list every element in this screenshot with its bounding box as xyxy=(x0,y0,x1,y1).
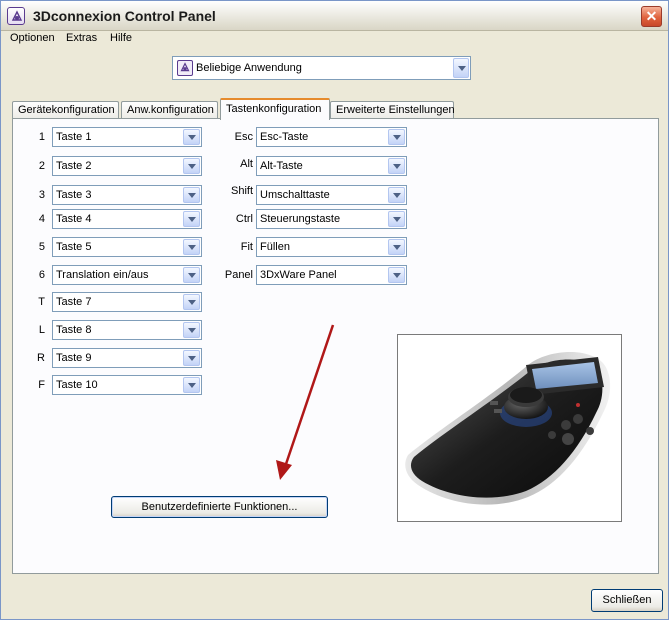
button-1-select[interactable]: Taste 1 xyxy=(52,127,202,147)
button-label-panel: Panel xyxy=(224,269,253,281)
menu-bar: Optionen Extras Hilfe xyxy=(1,31,668,47)
tab-anw-konfiguration[interactable]: Anw.konfiguration xyxy=(121,101,218,119)
control-panel-window: 3Dconnexion Control Panel ✕ Optionen Ext… xyxy=(0,0,669,620)
button-r-value: Taste 9 xyxy=(56,352,92,364)
button-3-select[interactable]: Taste 3 xyxy=(52,185,202,205)
3dconnexion-app-icon xyxy=(177,60,193,76)
chevron-down-icon[interactable] xyxy=(388,129,405,145)
button-label-esc: Esc xyxy=(234,131,253,143)
spacemouse-device-illustration xyxy=(405,351,611,505)
button-panel-value: 3DxWare Panel xyxy=(260,269,337,281)
window-title: 3Dconnexion Control Panel xyxy=(33,8,216,24)
tab-tastenkonfiguration[interactable]: Tastenkonfiguration xyxy=(220,98,330,120)
button-label-f: F xyxy=(38,379,45,391)
button-label-5: 5 xyxy=(38,241,45,253)
chevron-down-icon[interactable] xyxy=(183,239,200,255)
button-label-shift: Shift xyxy=(230,185,253,197)
chevron-down-icon[interactable] xyxy=(183,294,200,310)
tab-geraetekonfiguration[interactable]: Gerätekonfiguration xyxy=(12,101,119,119)
button-esc-select[interactable]: Esc-Taste xyxy=(256,127,407,147)
custom-functions-button[interactable]: Benutzerdefinierte Funktionen... xyxy=(111,496,328,518)
button-2-value: Taste 2 xyxy=(56,160,92,172)
button-1-value: Taste 1 xyxy=(56,131,92,143)
button-2-select[interactable]: Taste 2 xyxy=(52,156,202,176)
button-fit-value: Füllen xyxy=(260,241,290,253)
application-select-value: Beliebige Anwendung xyxy=(196,62,302,74)
button-5-value: Taste 5 xyxy=(56,241,92,253)
button-label-ctrl: Ctrl xyxy=(235,213,253,225)
button-label-2: 2 xyxy=(38,160,45,172)
button-ctrl-select[interactable]: Steuerungstaste xyxy=(256,209,407,229)
button-3-value: Taste 3 xyxy=(56,189,92,201)
button-label-fit: Fit xyxy=(240,241,253,253)
button-f-select[interactable]: Taste 10 xyxy=(52,375,202,395)
button-label-1: 1 xyxy=(38,131,45,143)
button-label-t: T xyxy=(38,296,45,308)
menu-optionen[interactable]: Optionen xyxy=(10,32,55,44)
button-l-value: Taste 8 xyxy=(56,324,92,336)
chevron-down-icon[interactable] xyxy=(388,211,405,227)
chevron-down-icon[interactable] xyxy=(183,187,200,203)
application-select[interactable]: Beliebige Anwendung xyxy=(172,56,471,80)
button-6-select[interactable]: Translation ein/aus xyxy=(52,265,202,285)
button-alt-select[interactable]: Alt-Taste xyxy=(256,156,407,176)
button-alt-value: Alt-Taste xyxy=(260,160,303,172)
title-bar[interactable]: 3Dconnexion Control Panel ✕ xyxy=(1,1,668,31)
button-esc-value: Esc-Taste xyxy=(260,131,309,143)
button-r-select[interactable]: Taste 9 xyxy=(52,348,202,368)
button-label-3: 3 xyxy=(38,189,45,201)
menu-hilfe[interactable]: Hilfe xyxy=(110,32,132,44)
button-label-6: 6 xyxy=(38,269,45,281)
button-4-value: Taste 4 xyxy=(56,213,92,225)
annotation-arrow xyxy=(276,324,335,480)
tab-erweiterte-einstellungen[interactable]: Erweiterte Einstellungen xyxy=(330,101,455,119)
button-l-select[interactable]: Taste 8 xyxy=(52,320,202,340)
chevron-down-icon[interactable] xyxy=(183,350,200,366)
button-label-alt: Alt xyxy=(240,158,253,170)
close-button[interactable]: Schließen xyxy=(591,589,663,612)
chevron-down-icon[interactable] xyxy=(183,267,200,283)
button-fit-select[interactable]: Füllen xyxy=(256,237,407,257)
button-f-value: Taste 10 xyxy=(56,379,98,391)
button-t-select[interactable]: Taste 7 xyxy=(52,292,202,312)
chevron-down-icon[interactable] xyxy=(183,322,200,338)
button-label-l: L xyxy=(38,324,45,336)
button-6-value: Translation ein/aus xyxy=(56,269,149,281)
button-panel-select[interactable]: 3DxWare Panel xyxy=(256,265,407,285)
button-ctrl-value: Steuerungstaste xyxy=(260,213,341,225)
button-label-r: R xyxy=(37,352,45,364)
device-image xyxy=(397,334,622,522)
chevron-down-icon[interactable] xyxy=(183,211,200,227)
button-4-select[interactable]: Taste 4 xyxy=(52,209,202,229)
button-shift-value: Umschalttaste xyxy=(260,189,330,201)
button-shift-select[interactable]: Umschalttaste xyxy=(256,185,407,205)
button-t-value: Taste 7 xyxy=(56,296,92,308)
menu-extras[interactable]: Extras xyxy=(66,32,97,44)
chevron-down-icon[interactable] xyxy=(388,267,405,283)
chevron-down-icon[interactable] xyxy=(453,58,469,78)
chevron-down-icon[interactable] xyxy=(183,129,200,145)
chevron-down-icon[interactable] xyxy=(388,158,405,174)
button-5-select[interactable]: Taste 5 xyxy=(52,237,202,257)
3dconnexion-app-icon xyxy=(7,7,25,25)
chevron-down-icon[interactable] xyxy=(388,187,405,203)
chevron-down-icon[interactable] xyxy=(183,377,200,393)
chevron-down-icon[interactable] xyxy=(183,158,200,174)
button-label-4: 4 xyxy=(38,213,45,225)
chevron-down-icon[interactable] xyxy=(388,239,405,255)
window-close-button[interactable]: ✕ xyxy=(641,6,662,27)
